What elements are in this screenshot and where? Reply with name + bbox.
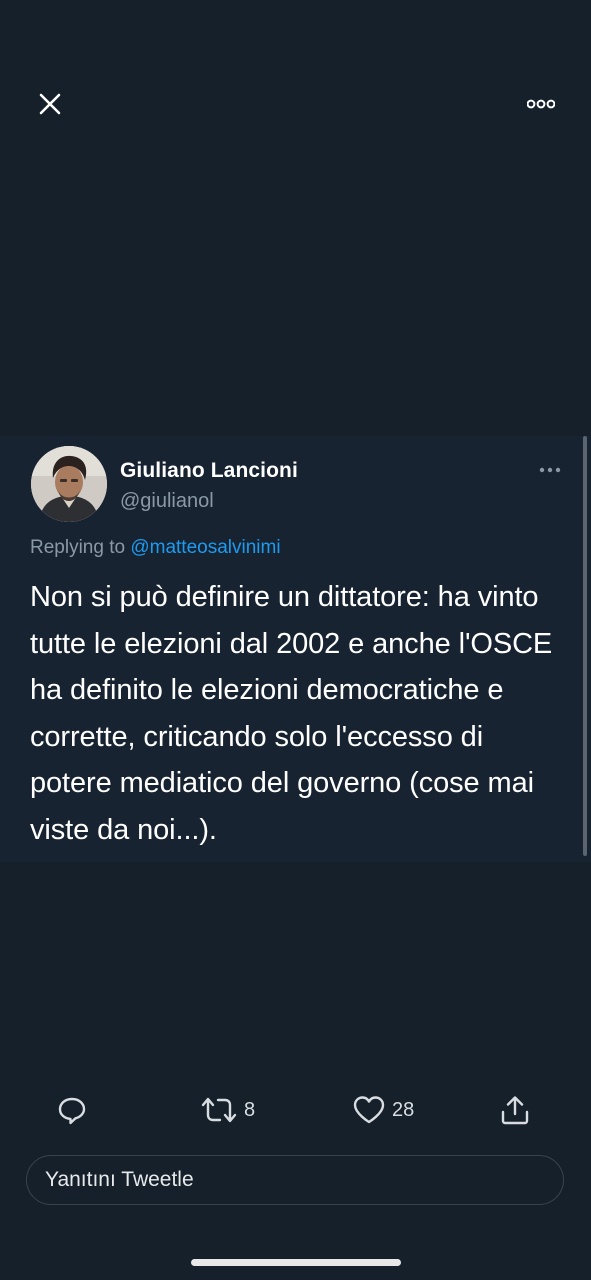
close-icon <box>39 93 61 115</box>
replying-to-mention-link[interactable]: @matteosalvinimi <box>130 537 280 558</box>
share-button[interactable] <box>499 1090 531 1130</box>
reply-icon <box>58 1097 86 1125</box>
like-count: 28 <box>392 1098 415 1121</box>
author-display-name[interactable]: Giuliano Lancioni <box>120 459 298 483</box>
retweet-icon <box>201 1097 237 1123</box>
replying-to-label: Replying to <box>30 537 126 558</box>
scrollbar[interactable] <box>583 436 587 856</box>
tweet-more-button[interactable] <box>536 458 564 482</box>
heart-icon <box>353 1096 385 1124</box>
reply-input-placeholder: Yanıtını Tweetle <box>45 1168 194 1191</box>
retweet-count: 8 <box>244 1098 256 1121</box>
like-button[interactable]: 28 <box>352 1090 414 1130</box>
replying-to: Replying to @matteosalvinimi <box>30 537 281 559</box>
retweet-button[interactable]: 8 <box>200 1090 255 1130</box>
avatar[interactable] <box>31 446 107 522</box>
reply-input[interactable]: Yanıtını Tweetle <box>26 1155 564 1205</box>
close-button[interactable] <box>30 84 70 124</box>
reply-button[interactable] <box>56 1090 88 1130</box>
home-indicator[interactable] <box>191 1259 401 1266</box>
more-horizontal-icon <box>527 99 555 109</box>
more-horizontal-icon <box>539 467 561 473</box>
author-handle[interactable]: @giulianol <box>120 490 214 513</box>
avatar-photo <box>31 446 107 522</box>
share-icon <box>501 1096 529 1125</box>
tweet-text: Non si può definire un dittatore: ha vin… <box>30 581 553 846</box>
more-options-button[interactable] <box>522 90 560 118</box>
